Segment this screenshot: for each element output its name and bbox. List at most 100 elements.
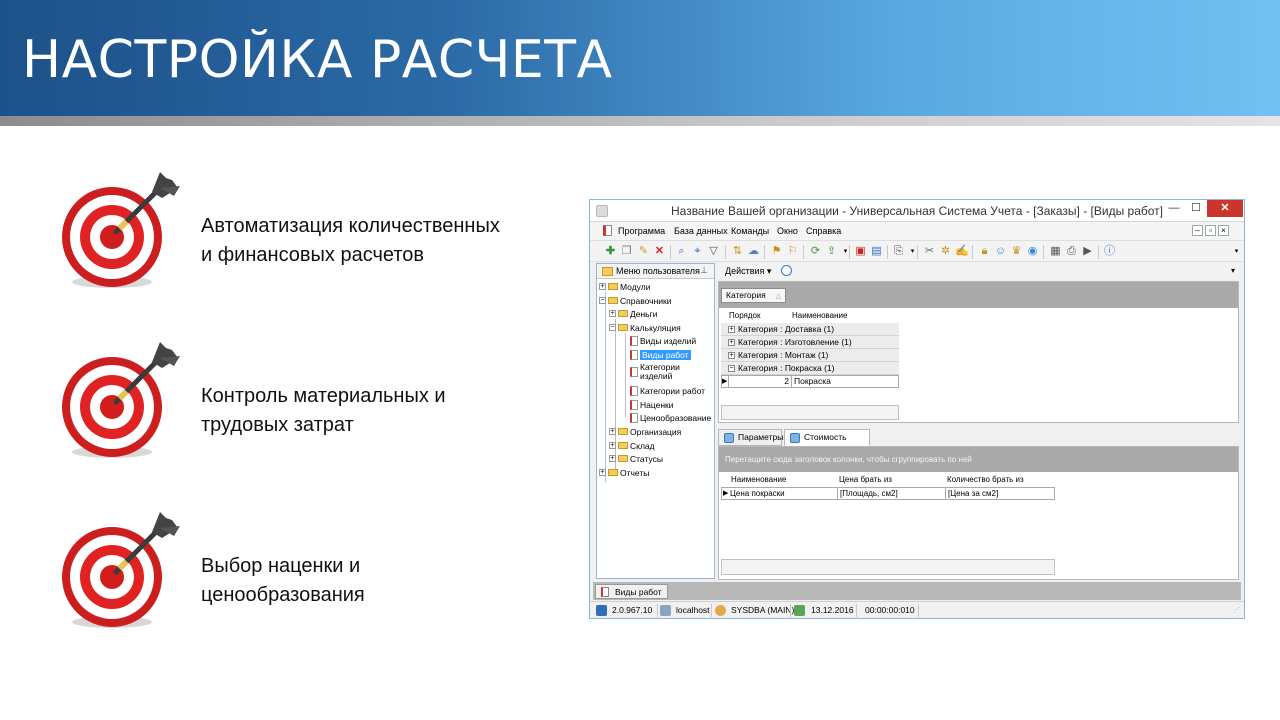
group-row[interactable]: + Категория : Доставка (1) — [721, 323, 899, 336]
tree-item-product-types[interactable]: Виды изделий — [630, 335, 696, 346]
column-header-qty-from[interactable]: Количество брать из — [947, 475, 1024, 484]
app-window: Название Вашей организации - Универсальн… — [589, 199, 1245, 619]
expand-icon[interactable]: + — [609, 428, 616, 436]
minimize-button[interactable]: — — [1164, 200, 1184, 217]
tree-item-pricing[interactable]: Ценообразование — [630, 412, 711, 423]
group-chip-category[interactable]: Категория △ — [721, 288, 787, 303]
maximize-button[interactable]: ☐ — [1186, 200, 1206, 217]
edit-icon[interactable]: ✎ — [637, 245, 650, 258]
filter-icon[interactable]: ▽ — [707, 245, 720, 258]
cell-name[interactable]: Цена покраски — [730, 488, 785, 499]
menu-window[interactable]: Окно — [777, 226, 798, 236]
resize-grip-icon[interactable]: ⋰ — [1233, 606, 1240, 614]
tree-item-calculation[interactable]: − Калькуляция — [609, 322, 681, 333]
tree-item-markups[interactable]: Наценки — [630, 399, 674, 410]
comment-icon[interactable]: ☁ — [747, 245, 760, 258]
calendar-icon[interactable]: ▦ — [1049, 245, 1062, 258]
new-window-icon[interactable]: ▣ — [854, 245, 867, 258]
tree-label: Ценообразование — [640, 412, 712, 423]
expand-icon[interactable]: + — [728, 352, 735, 360]
actions-dropdown[interactable]: Действия ▾ — [725, 266, 771, 277]
print-icon[interactable]: ⎙ — [1065, 245, 1078, 258]
rights-icon[interactable]: ♛ — [1010, 245, 1023, 258]
add-icon[interactable]: ✚ — [604, 245, 617, 258]
document-tab-work-types[interactable]: Виды работ — [595, 584, 668, 599]
column-header-order[interactable]: Порядок — [729, 311, 761, 320]
menu-help[interactable]: Справка — [806, 226, 841, 236]
collapse-icon[interactable]: − — [609, 324, 616, 332]
collapse-icon[interactable]: − — [599, 297, 606, 305]
tree-item-work-categories[interactable]: Категории работ — [630, 385, 705, 396]
expand-icon[interactable]: + — [599, 283, 606, 291]
exit-icon[interactable]: ⎘ — [892, 245, 905, 258]
group-row[interactable]: + Категория : Изготовление (1) — [721, 336, 899, 349]
tree-item-product-categories[interactable]: Категории изделий — [630, 363, 680, 381]
column-header-name[interactable]: Наименование — [792, 311, 847, 320]
copy-icon[interactable]: ❐ — [620, 245, 633, 258]
cell-name[interactable]: Покраска — [794, 376, 831, 387]
tree-label-selected: Виды работ — [640, 349, 691, 360]
window-titlebar[interactable]: Название Вашей организации - Универсальн… — [590, 200, 1244, 222]
column-header-name[interactable]: Наименование — [731, 475, 786, 484]
clock-icon[interactable] — [781, 265, 792, 276]
tree-item-work-types[interactable]: Виды работ — [630, 349, 691, 360]
group-icon[interactable]: ⚐ — [786, 245, 799, 258]
menu-program[interactable]: Программа — [618, 226, 665, 236]
mdi-close-icon[interactable]: × — [1218, 225, 1229, 236]
tree-item-organization[interactable]: + Организация — [609, 426, 681, 437]
tree-label: Отчеты — [620, 467, 650, 478]
find-next-icon[interactable]: ⌖ — [691, 245, 704, 258]
menu-commands[interactable]: Команды — [731, 226, 769, 236]
cell-qty-from[interactable]: [Цена за см2] — [948, 488, 998, 499]
window-list-icon[interactable]: ▤ — [870, 245, 883, 258]
users-icon[interactable]: ☺ — [994, 245, 1007, 258]
table-row[interactable]: ▶ 2 Покраска — [721, 375, 899, 388]
mdi-minimize-icon[interactable]: – — [1192, 225, 1203, 236]
pin-icon[interactable]: ⊥ — [700, 265, 708, 276]
group-row-label: Категория : Доставка (1) — [738, 324, 835, 334]
expand-icon[interactable]: + — [728, 326, 735, 334]
expand-icon[interactable]: + — [599, 469, 606, 477]
export-icon[interactable]: ⇪ — [825, 245, 838, 258]
refresh-icon[interactable]: ⟳ — [809, 245, 822, 258]
close-button[interactable]: ✕ — [1207, 200, 1243, 217]
expand-icon[interactable]: + — [609, 310, 616, 318]
tree-item-statuses[interactable]: + Статусы — [609, 453, 663, 464]
expand-icon[interactable]: + — [609, 442, 616, 450]
search-icon[interactable]: ⌕ — [675, 245, 688, 258]
menu-database[interactable]: База данных — [674, 226, 728, 236]
tree-item-references[interactable]: − Справочники — [599, 295, 672, 306]
expand-icon[interactable]: + — [609, 455, 616, 463]
table-row[interactable]: ▶ Цена покраски [Площадь, см2] [Цена за … — [721, 487, 1055, 500]
tree-item-warehouse[interactable]: + Склад — [609, 440, 655, 451]
tools-icon[interactable]: ✂ — [923, 245, 936, 258]
group-drop-hint[interactable]: Перетащите сюда заголовок колонки, чтобы… — [719, 447, 1238, 472]
lock-icon[interactable]: 🔒︎ — [978, 245, 991, 258]
column-header-price-from[interactable]: Цена брать из — [839, 475, 892, 484]
tree-item-modules[interactable]: + Модули — [599, 281, 650, 292]
target-dart-icon — [62, 512, 180, 628]
actions-overflow-icon[interactable]: ▾ — [1231, 266, 1235, 275]
group-row[interactable]: + Категория : Монтаж (1) — [721, 349, 899, 362]
preview-icon[interactable]: ▶ — [1081, 245, 1094, 258]
cell-price-from[interactable]: [Площадь, см2] — [840, 488, 898, 499]
tree-icon[interactable]: ⚑ — [770, 245, 783, 258]
toolbar-overflow-icon[interactable]: ▾ — [1230, 245, 1243, 258]
collapse-icon[interactable]: − — [728, 365, 735, 373]
tab-work-cost[interactable]: Стоимость работ — [784, 429, 870, 457]
expand-icon[interactable]: + — [728, 339, 735, 347]
tree-item-money[interactable]: + Деньги — [609, 308, 657, 319]
group-row[interactable]: − Категория : Покраска (1) — [721, 362, 899, 375]
info-icon[interactable]: ⓘ — [1103, 245, 1116, 258]
delete-icon[interactable]: ✕ — [653, 245, 666, 258]
sort-icon[interactable]: ⇅ — [731, 245, 744, 258]
settings-icon[interactable]: ✲ — [939, 245, 952, 258]
group-panel: Категория △ — [719, 282, 1238, 308]
cell-order[interactable]: 2 — [722, 376, 792, 387]
notes-icon[interactable]: ✍ — [955, 245, 969, 258]
db-icon[interactable]: ◉ — [1026, 245, 1039, 258]
export-dropdown-icon[interactable]: ▾ — [839, 245, 852, 258]
tree-item-reports[interactable]: + Отчеты — [599, 467, 649, 478]
mdi-restore-icon[interactable]: ▫ — [1205, 225, 1216, 236]
tab-parameters[interactable]: Параметры — [718, 429, 783, 446]
